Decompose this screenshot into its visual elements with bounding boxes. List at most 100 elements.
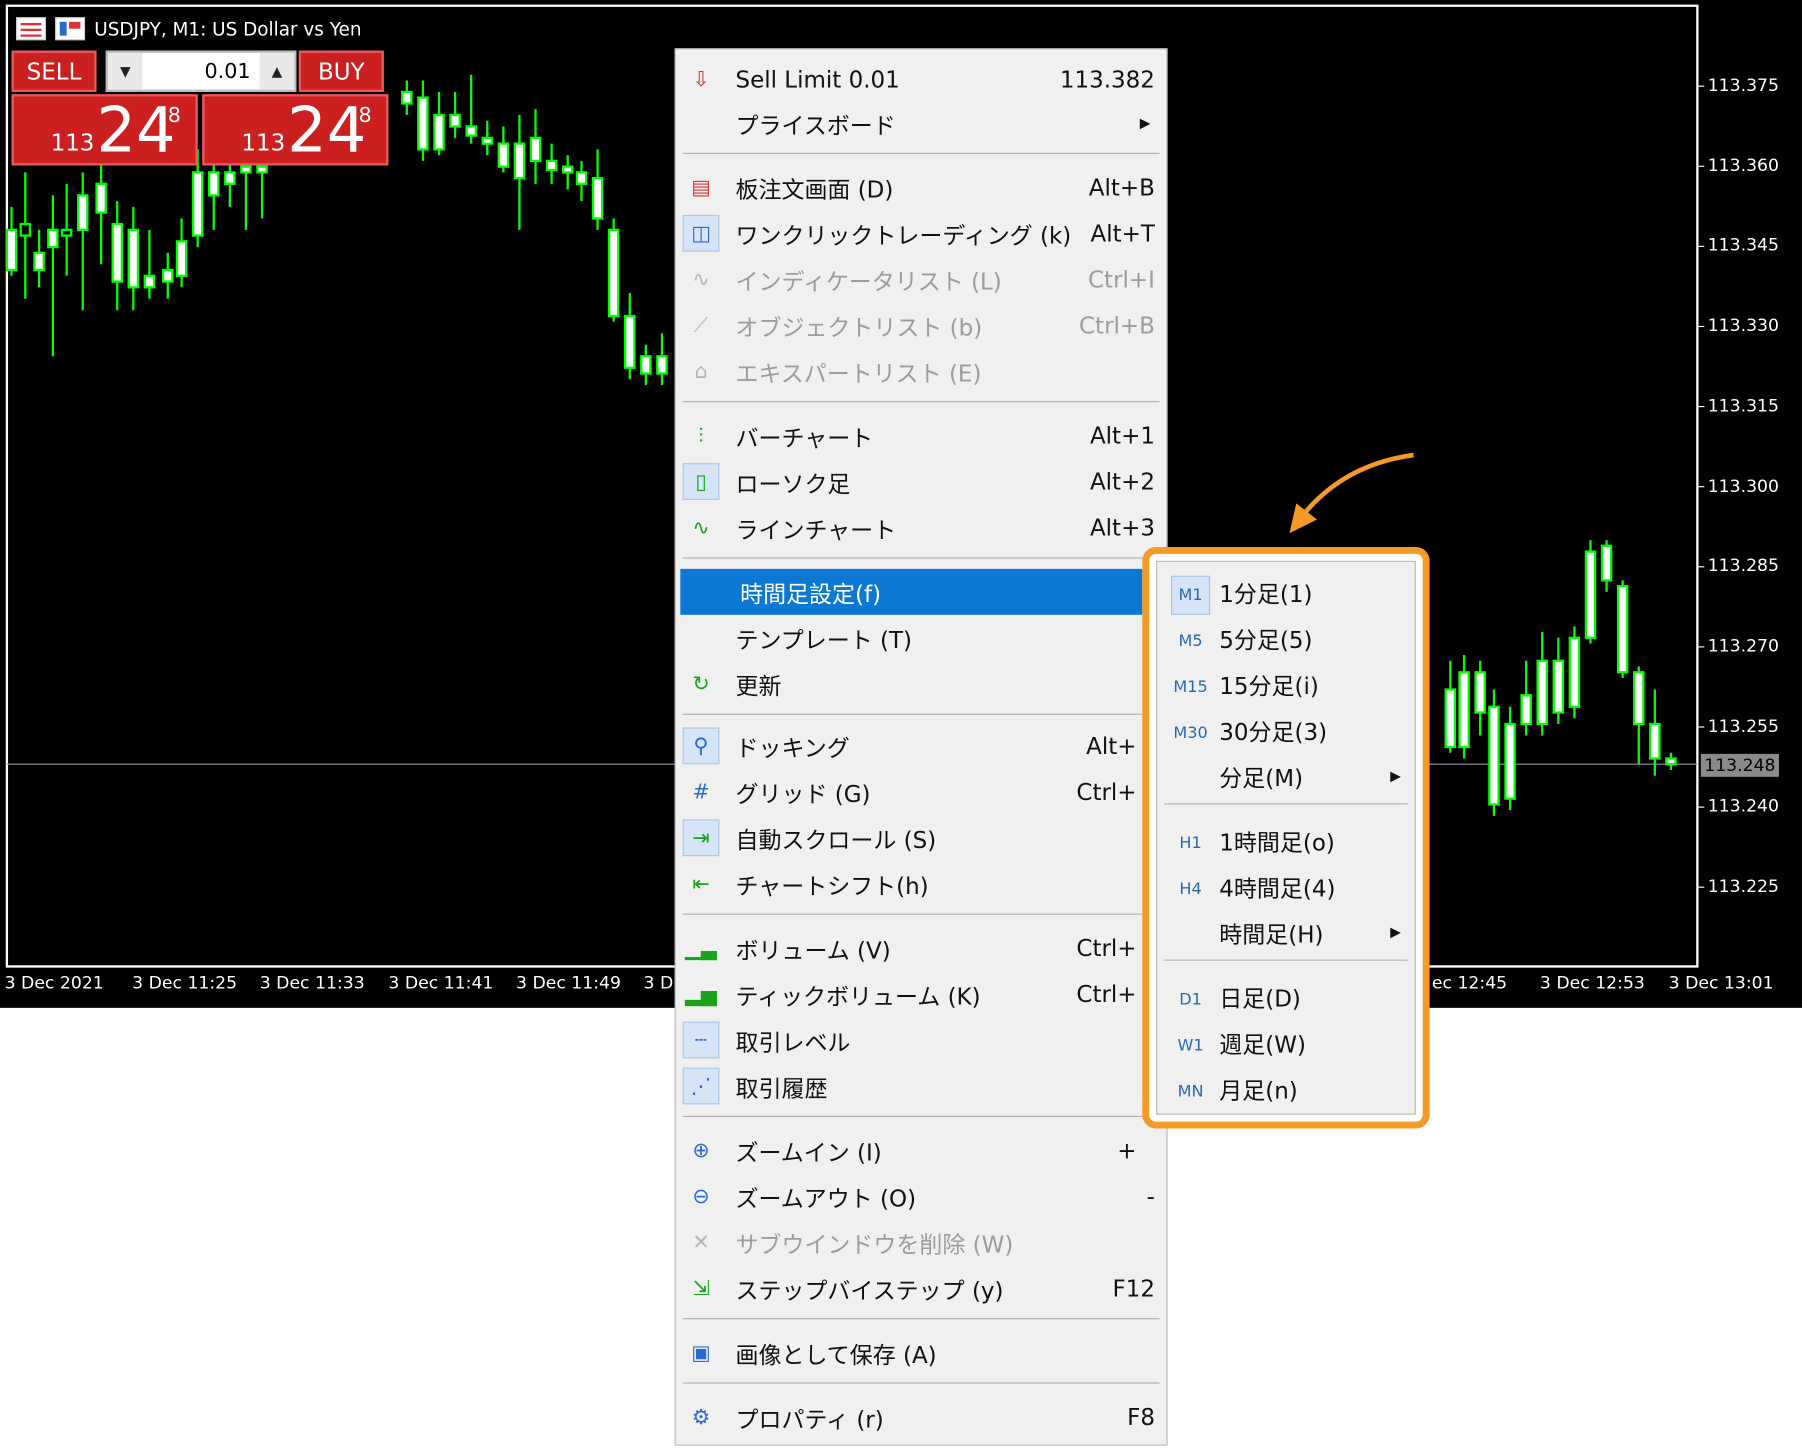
context-menu-item[interactable]: ⚙ プロパティ (r) F8 [676, 1394, 1167, 1440]
gear-icon: ⚙ [691, 1404, 711, 1430]
context-menu-shortcut: Alt+ [1086, 732, 1137, 760]
sell-price-pip: 8 [167, 103, 181, 128]
context-menu-shortcut: Alt+1 [1089, 421, 1155, 450]
context-menu-item[interactable]: ∿ ラインチャート Alt+3 [676, 504, 1167, 550]
menu-separator [682, 401, 1160, 403]
context-menu-shortcut: Ctrl+I [1088, 265, 1155, 294]
close-icon: ✕ [692, 1230, 710, 1255]
context-menu-item-label: 取引レベル [735, 1027, 851, 1056]
timeframe-code-icon: M15 [1173, 678, 1208, 697]
timeframe-item-label: 4時間足(4) [1219, 873, 1336, 902]
timeframe-item[interactable]: 分足(M) ▶ [1157, 753, 1414, 799]
lot-size-stepper[interactable]: ▼ 0.01 ▲ [105, 50, 297, 92]
price-axis-label: 113.360 [1707, 154, 1779, 176]
timeframe-item[interactable]: M5 5分足(5) [1157, 615, 1414, 661]
context-menu-item[interactable]: ✕ サブウインドウを削除 (W) [676, 1219, 1167, 1265]
depth-of-market-icon[interactable] [16, 17, 46, 41]
menu-separator [682, 152, 1160, 154]
context-menu-item[interactable]: # グリッド (G) Ctrl+ [676, 769, 1167, 815]
sell-button[interactable]: SELL [11, 50, 97, 92]
context-menu-item[interactable]: ▁▃ ボリューム (V) Ctrl+ [676, 925, 1167, 971]
price-axis-label: 113.345 [1707, 234, 1779, 256]
buy-price-prefix: 113 [241, 128, 286, 157]
one-click-trading-icon[interactable] [55, 17, 86, 41]
buy-price-button[interactable]: 113 24 8 [202, 94, 389, 167]
candlestick-icon: ▯ [682, 463, 720, 500]
buy-button[interactable]: BUY [298, 50, 384, 92]
context-menu-item-label: ローソク足 [735, 469, 851, 498]
context-menu-item[interactable]: ⫶ バーチャート Alt+1 [676, 413, 1167, 459]
context-menu-item[interactable]: ⇩ Sell Limit 0.01 113.382 [676, 56, 1167, 102]
menu-separator [682, 1318, 1160, 1320]
indicator-list-icon: ∿ [692, 267, 710, 292]
context-menu-item[interactable]: プライスボード ▶ [676, 100, 1167, 146]
context-menu-item[interactable]: ⟋ オブジェクトリスト (b) Ctrl+B [676, 302, 1167, 348]
context-menu-item-label: プロパティ (r) [735, 1404, 884, 1433]
context-menu-item[interactable]: 時間足設定(f) [680, 568, 1143, 615]
timeframe-item[interactable]: MN 月足(n) [1157, 1065, 1414, 1111]
context-menu-item[interactable]: ┄ 取引レベル [676, 1017, 1167, 1063]
timeframe-item[interactable]: M15 15分足(i) [1157, 661, 1414, 707]
timeframe-submenu: M1 1分足(1) M5 5分足(5) M15 15分足(i) M30 30分足(3) 分足(M… [1156, 560, 1416, 1115]
context-menu-item-label: インディケータリスト (L) [735, 267, 1002, 295]
volume-icon: ▁▃ [685, 936, 717, 961]
timeframe-item-label: 分足(M) [1219, 763, 1304, 792]
buy-price-big: 24 [287, 94, 367, 167]
timeframe-item-label: 5分足(5) [1219, 625, 1313, 654]
time-axis-label: 3 Dec 11:49 [515, 972, 621, 993]
context-menu-item[interactable]: ⚲ ドッキング Alt+ [676, 723, 1167, 769]
context-menu-item[interactable]: ▂▅ ティックボリューム (K) Ctrl+ [676, 971, 1167, 1017]
context-menu-item[interactable]: ⊕ ズームイン (I) + [676, 1127, 1167, 1173]
context-menu-item[interactable]: ⇤ チャートシフト(h) [676, 861, 1167, 907]
context-menu-item-label: オブジェクトリスト (b) [735, 313, 983, 341]
auto-scroll-icon: ⇥ [682, 819, 720, 857]
tick-volume-icon: ▂▅ [685, 981, 717, 1007]
context-menu-item-label: ボリューム (V) [735, 936, 891, 964]
context-menu-item-label: ラインチャート [735, 515, 897, 543]
lot-decrease-button[interactable]: ▼ [108, 52, 143, 90]
context-menu-shortcut: Alt+B [1088, 173, 1155, 202]
timeframe-item[interactable]: W1 週足(W) [1157, 1019, 1414, 1065]
menu-separator [682, 1115, 1160, 1118]
timeframe-item-label: 時間足(H) [1219, 919, 1324, 948]
sell-limit-icon: ⇩ [692, 67, 710, 92]
timeframe-item[interactable]: M1 1分足(1) [1157, 569, 1414, 615]
context-menu-shortcut: Ctrl+ [1076, 934, 1137, 962]
price-axis-label: 113.300 [1707, 475, 1779, 496]
context-menu-item[interactable]: ▯ ローソク足 Alt+2 [676, 459, 1167, 505]
context-menu-item[interactable]: ↻ 更新 [676, 661, 1167, 707]
lot-increase-button[interactable]: ▲ [259, 52, 295, 90]
timeframe-item[interactable]: 時間足(H) ▶ [1157, 909, 1414, 955]
context-menu-item[interactable]: ⇥ 自動スクロール (S) [676, 815, 1167, 861]
callout-arrow-icon [1289, 452, 1414, 534]
time-axis-label: ec 12:45 [1431, 972, 1508, 993]
lot-value[interactable]: 0.01 [143, 59, 260, 83]
context-menu-shortcut: Ctrl+ [1076, 980, 1137, 1008]
context-menu-item[interactable]: ∿ インディケータリスト (L) Ctrl+I [676, 256, 1167, 302]
context-menu-item[interactable]: ⌂ エキスパートリスト (E) [676, 348, 1167, 394]
context-menu-shortcut: Alt+T [1090, 219, 1155, 248]
context-menu-item[interactable]: ◫ ワンクリックトレーディング (k) Alt+T [676, 210, 1167, 256]
context-menu-item-label: グリッド (G) [735, 779, 871, 808]
context-menu-item[interactable]: ⋰ 取引履歴 [676, 1063, 1167, 1109]
timeframe-item[interactable]: H1 1時間足(o) [1157, 817, 1414, 863]
context-menu-item[interactable]: ⊖ ズームアウト (O) - [676, 1173, 1167, 1219]
timeframe-item[interactable]: M30 30分足(3) [1157, 707, 1414, 753]
context-menu-item[interactable]: ⇲ ステップバイステップ (y) F12 [676, 1265, 1167, 1311]
chart-shift-icon: ⇤ [692, 871, 710, 896]
timeframe-item-label: 1分足(1) [1219, 579, 1313, 608]
menu-separator [682, 557, 1160, 559]
timeframe-item-label: 週足(W) [1219, 1030, 1306, 1058]
chart-context-menu: ⇩ Sell Limit 0.01 113.382 プライスボード ▶ ▤ 板注文画面 (D… [674, 48, 1168, 1446]
step-icon: ⇲ [692, 1276, 710, 1301]
zoom-out-icon: ⊖ [692, 1184, 710, 1209]
sell-price-button[interactable]: 113 24 8 [11, 94, 198, 166]
context-menu-item-label: テンプレート (T) [735, 625, 912, 654]
context-menu-item[interactable]: ▤ 板注文画面 (D) Alt+B [676, 164, 1167, 210]
price-axis-label: 113.255 [1707, 715, 1779, 737]
time-axis-label: 3 Dec 11:25 [132, 972, 238, 993]
context-menu-item[interactable]: ▣ 画像として保存 (A) [676, 1330, 1167, 1376]
timeframe-item[interactable]: D1 日足(D) [1157, 973, 1414, 1019]
context-menu-item[interactable]: テンプレート (T) [676, 615, 1167, 661]
timeframe-item[interactable]: H4 4時間足(4) [1157, 863, 1414, 909]
